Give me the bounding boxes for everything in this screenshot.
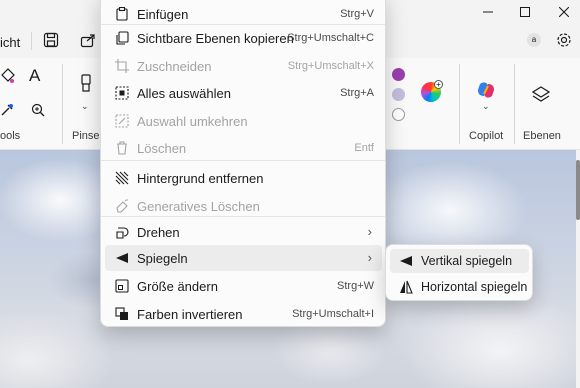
color-swatch-purple[interactable]	[392, 68, 405, 81]
flip-submenu: Vertikal spiegeln Horizontal spiegeln	[385, 244, 533, 301]
rotate-icon	[114, 224, 130, 240]
ribbon-divider	[62, 64, 63, 144]
chevron-down-icon[interactable]: ⌄	[482, 101, 490, 112]
delete-icon	[114, 140, 130, 156]
menu-item-shortcut: Strg+Umschalt+C	[287, 32, 374, 44]
add-color-icon[interactable]: +	[434, 80, 443, 89]
menu-item-label: Spiegeln	[137, 251, 188, 266]
maximize-icon	[520, 7, 530, 17]
submenu-item-flip-vertical[interactable]: Vertikal spiegeln	[390, 249, 529, 273]
menu-item-crop[interactable]: Zuschneiden Strg+Umschalt+X	[105, 53, 382, 79]
copy-layers-icon	[114, 30, 130, 46]
tools-group-label: ools	[0, 130, 21, 142]
remove-background-icon	[114, 170, 130, 186]
menu-item-label: Farben invertieren	[137, 307, 243, 322]
text-tool-icon[interactable]: A	[29, 66, 40, 86]
menu-separator	[101, 160, 385, 161]
zoom-icon[interactable]	[31, 103, 45, 122]
submenu-item-flip-horizontal[interactable]: Horizontal spiegeln	[390, 275, 529, 299]
minimize-icon	[483, 11, 493, 13]
menu-item-rotate[interactable]: Drehen ›	[105, 219, 382, 245]
menu-item-label: Sichtbare Ebenen kopieren	[137, 31, 294, 46]
menu-item-shortcut: Strg+Umschalt+X	[287, 60, 374, 72]
gear-icon[interactable]	[556, 32, 572, 53]
submenu-item-label: Vertikal spiegeln	[421, 254, 513, 268]
view-menu[interactable]: icht	[0, 35, 20, 50]
color-swatch-white[interactable]	[392, 108, 405, 121]
menu-item-remove-background[interactable]: Hintergrund entfernen	[105, 165, 382, 191]
scrollbar-thumb[interactable]	[576, 160, 580, 220]
resize-icon	[114, 278, 130, 294]
menu-item-shortcut: Strg+A	[340, 87, 374, 99]
brush-icon[interactable]	[78, 74, 94, 101]
maximize-button[interactable]	[514, 3, 536, 21]
menu-item-invert-colors[interactable]: Farben invertieren Strg+Umschalt+I	[105, 301, 382, 327]
chevron-right-icon: ›	[367, 224, 372, 239]
flip-icon	[114, 250, 130, 266]
menu-item-shortcut: Strg+Umschalt+I	[292, 308, 374, 320]
menu-item-label: Alles auswählen	[137, 86, 231, 101]
close-icon	[559, 7, 569, 17]
flip-horizontal-icon	[398, 279, 414, 295]
layers-group-label: Ebenen	[523, 130, 561, 142]
menu-item-label: Auswahl umkehren	[137, 114, 248, 129]
menu-item-shortcut: Strg+W	[337, 280, 374, 292]
chevron-right-icon: ›	[367, 250, 372, 265]
save-icon[interactable]	[43, 32, 59, 53]
fill-bucket-icon[interactable]	[0, 68, 16, 89]
menu-item-label: Einfügen	[137, 7, 189, 22]
menu-item-resize[interactable]: Größe ändern Strg+W	[105, 273, 382, 299]
copilot-group-label: Copilot	[469, 130, 504, 142]
vertical-scrollbar[interactable]	[576, 150, 580, 388]
submenu-item-label: Horizontal spiegeln	[421, 280, 528, 294]
share-icon[interactable]	[80, 32, 96, 53]
menu-item-flip[interactable]: Spiegeln ›	[105, 245, 382, 271]
menu-item-shortcut: Strg+V	[340, 8, 374, 20]
menu-item-copy-visible-layers[interactable]: Sichtbare Ebenen kopieren Strg+Umschalt+…	[105, 25, 382, 51]
flip-vertical-icon	[398, 253, 414, 269]
minimize-button[interactable]	[477, 3, 499, 21]
invert-selection-icon	[114, 113, 130, 129]
menu-item-delete[interactable]: Löschen Entf	[105, 135, 382, 161]
menu-item-label: Größe ändern	[137, 279, 218, 294]
chevron-down-icon[interactable]: ⌄	[81, 101, 89, 112]
invert-colors-icon	[114, 306, 130, 322]
layers-icon[interactable]	[531, 85, 551, 108]
select-all-icon	[114, 85, 130, 101]
ribbon-divider	[459, 64, 460, 144]
menu-item-label: Löschen	[137, 141, 187, 156]
color-swatch-lavender[interactable]	[392, 88, 405, 101]
menu-item-label: Zuschneiden	[137, 59, 212, 74]
menu-item-label: Drehen	[137, 225, 180, 240]
menubar-divider	[31, 32, 32, 50]
menu-item-label: Generatives Löschen	[137, 199, 260, 214]
crop-icon	[114, 58, 130, 74]
context-menu: Einfügen Strg+V Sichtbare Ebenen kopiere…	[100, 0, 386, 327]
menu-item-invert-selection[interactable]: Auswahl umkehren	[105, 108, 382, 134]
generative-erase-icon	[114, 198, 130, 214]
brushes-group-label: Pinsel	[72, 130, 102, 142]
menu-item-shortcut: Entf	[354, 142, 374, 154]
paste-icon	[114, 6, 130, 22]
color-picker-icon[interactable]	[0, 103, 14, 122]
menu-item-label: Hintergrund entfernen	[137, 171, 264, 186]
menu-separator	[101, 216, 385, 217]
menu-item-select-all[interactable]: Alles auswählen Strg+A	[105, 80, 382, 106]
ribbon-divider	[514, 64, 515, 144]
close-button[interactable]	[553, 3, 575, 21]
avatar[interactable]: a	[527, 33, 541, 47]
